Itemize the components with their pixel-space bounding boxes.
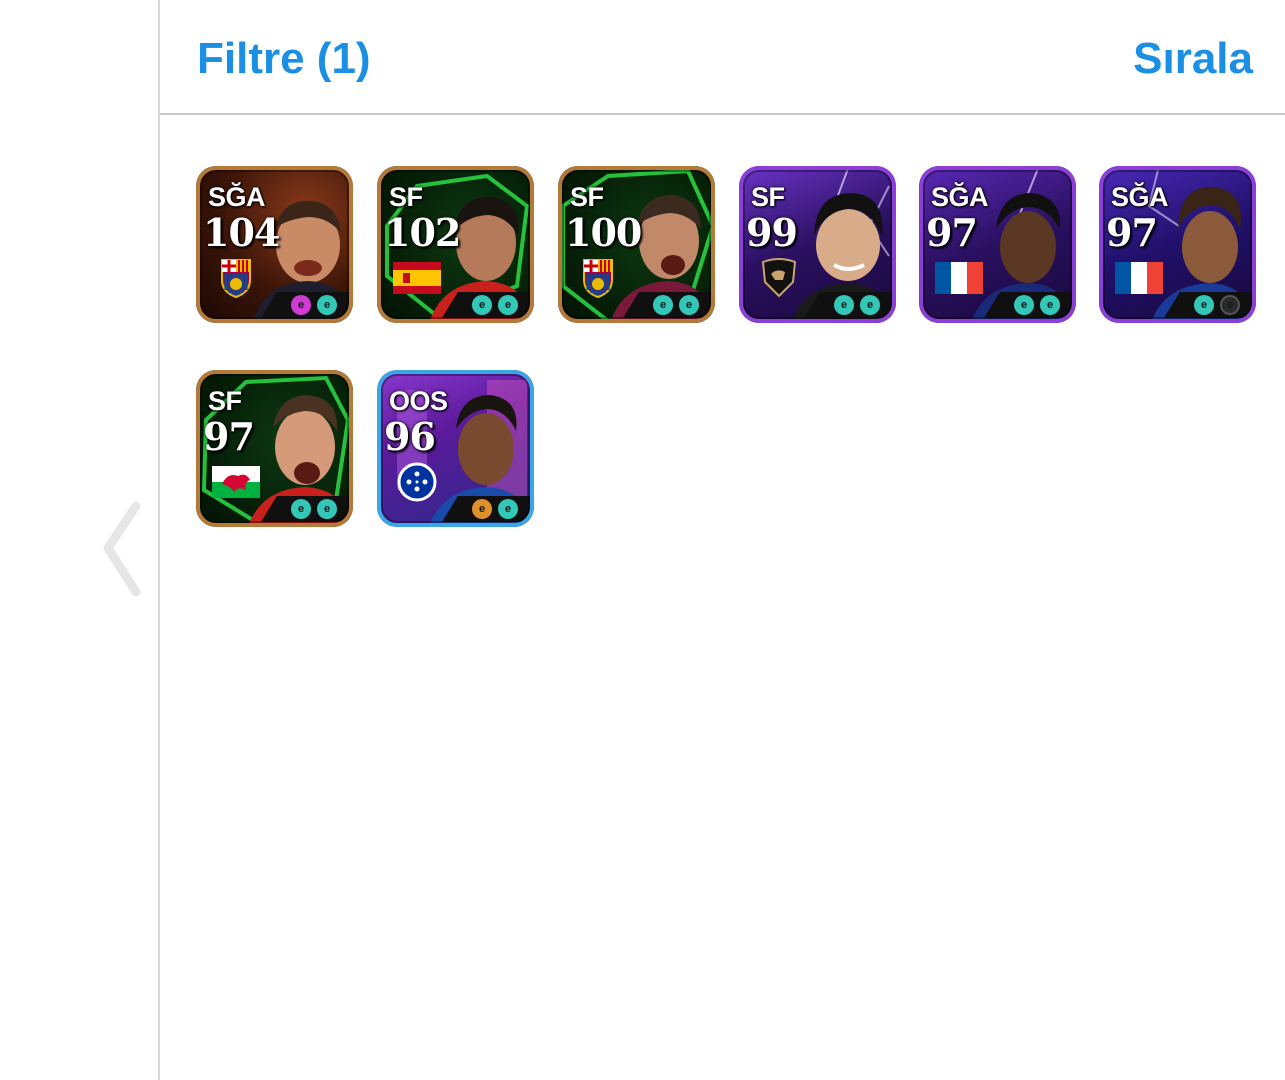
left-rail [0,0,159,1080]
player-position: SĞA [1111,182,1169,212]
player-position: OOS [389,386,448,416]
player-rating: 102 [384,210,461,255]
skill-icon: e [291,499,311,519]
chevron-left-icon[interactable] [100,500,144,600]
player-rating: 104 [203,210,280,255]
france-flag-icon [935,258,983,298]
skill-icon: e [1220,295,1240,315]
player-rating: 96 [384,414,436,459]
skill-icon: e [472,499,492,519]
player-card[interactable]: SF 97 e e [196,370,353,527]
skill-icon: e [317,499,337,519]
fc-barcelona-crest-icon [574,258,622,299]
skill-icon: e [498,295,518,315]
player-rating: 97 [1106,210,1158,255]
player-rating: 97 [203,414,255,459]
france-flag-icon [1115,258,1163,298]
skill-icon: e [679,295,699,315]
cruzeiro-crest-icon [393,462,441,502]
skill-icon: e [498,499,518,519]
player-rating: 97 [926,210,978,255]
spain-flag-icon [393,258,441,298]
skill-icon: e [291,295,311,315]
skill-icon: e [1194,295,1214,315]
player-card[interactable]: SĞA 104 e e [196,166,353,323]
player-card[interactable]: SF 99 e e [739,166,896,323]
sort-button[interactable]: Sırala [1133,34,1253,84]
skill-icon: e [860,295,880,315]
skill-icon: e [1014,295,1034,315]
skill-icon: e [653,295,673,315]
player-card[interactable]: OOS 96 e e [377,370,534,527]
player-position: SF [570,182,604,212]
player-card[interactable]: SF 100 e e [558,166,715,323]
player-position: SF [208,386,242,416]
player-position: SF [751,182,785,212]
player-card[interactable]: SF 102 e e [377,166,534,323]
fc-barcelona-crest-icon [212,258,260,299]
skill-icon: e [472,295,492,315]
list-header: Filtre (1) Sırala [160,0,1285,115]
player-card[interactable]: SĞA 97 e e [1099,166,1256,323]
player-rating: 100 [565,210,642,255]
player-position: SĞA [208,182,266,212]
player-card[interactable]: SĞA 97 e e [919,166,1076,323]
vertical-divider [158,0,160,1080]
filter-button[interactable]: Filtre (1) [197,34,371,84]
player-rating: 99 [746,210,798,255]
player-position: SĞA [931,182,989,212]
lafc-crest-icon [755,258,803,298]
skill-icon: e [834,295,854,315]
wales-flag-icon [212,462,260,502]
skill-icon: e [1040,295,1060,315]
skill-icon: e [317,295,337,315]
player-position: SF [389,182,423,212]
